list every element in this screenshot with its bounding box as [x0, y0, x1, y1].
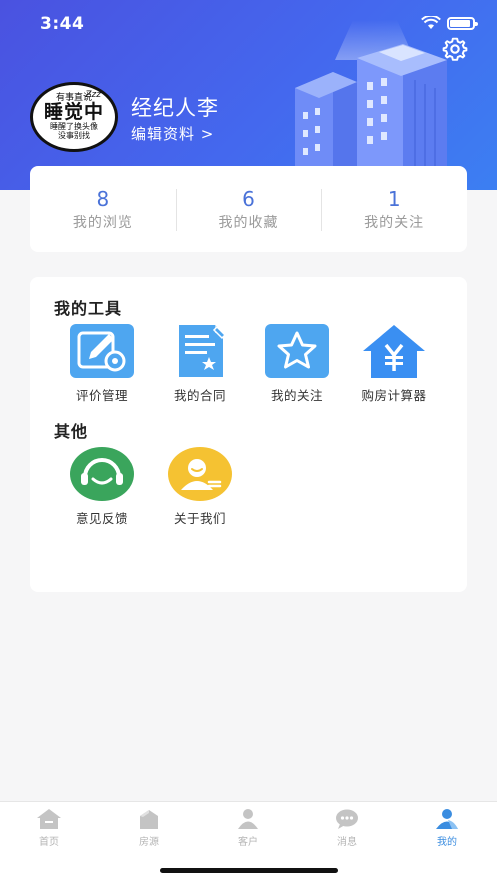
stats-card: 8 我的浏览 6 我的收藏 1 我的关注	[30, 166, 467, 252]
profile-icon	[436, 809, 458, 829]
other-about-us[interactable]: 关于我们	[155, 446, 245, 527]
stat-favorites-count: 6	[242, 186, 255, 211]
tab-mine[interactable]: 我的	[412, 808, 482, 848]
edit-profile-link[interactable]: 编辑资料 >	[131, 123, 214, 144]
star-icon	[265, 324, 329, 378]
tool-calculator-label: 购房计算器	[361, 388, 427, 403]
tab-mine-label: 我的	[437, 837, 457, 848]
stat-follows-label: 我的关注	[364, 214, 425, 231]
headset-icon	[70, 447, 134, 501]
settings-gear-icon[interactable]	[442, 36, 468, 62]
about-label: 关于我们	[173, 511, 226, 526]
user-name: 经纪人李	[131, 96, 219, 120]
feedback-label: 意见反馈	[75, 511, 128, 526]
tool-review-management[interactable]: 评价管理	[57, 323, 147, 404]
person-icon	[238, 809, 258, 829]
house-yuan-icon	[363, 325, 425, 378]
tool-my-follows[interactable]: 我的关注	[252, 323, 342, 404]
tab-home-label: 首页	[39, 837, 59, 848]
stat-browse-count: 8	[96, 186, 110, 211]
contract-icon	[179, 325, 227, 377]
stat-favorites[interactable]: 6 我的收藏	[175, 186, 322, 232]
tab-customers-label: 客户	[238, 837, 258, 848]
home-icon	[37, 809, 61, 829]
tool-contracts-label: 我的合同	[173, 388, 226, 403]
home-indicator	[160, 868, 338, 873]
stat-follows[interactable]: 1 我的关注	[321, 187, 467, 232]
user-icon	[168, 447, 232, 501]
tab-messages[interactable]: 消息	[312, 808, 382, 848]
avatar-text-line4: 没事别找	[58, 130, 90, 140]
house-icon	[140, 810, 158, 829]
stat-browse[interactable]: 8 我的浏览	[30, 187, 176, 232]
edit-settings-icon	[70, 324, 134, 378]
status-time: 3:44	[40, 14, 85, 34]
tool-mortgage-calculator[interactable]: 购房计算器	[349, 323, 439, 404]
tools-card: 我的工具 评价管理 我的合同 我的关注 购房计算器 其他 意见反馈 关于我们	[30, 277, 467, 592]
tool-my-contracts[interactable]: 我的合同	[155, 323, 245, 404]
tool-review-label: 评价管理	[75, 388, 128, 403]
chat-icon	[336, 809, 358, 829]
tools-section-title: 我的工具	[54, 299, 123, 318]
tool-follows-label: 我的关注	[270, 388, 323, 403]
tab-listings-label: 房源	[139, 837, 159, 848]
profile-header: 3:44 Zzz 有事直说 睡觉中 睡醒了换头像 没事别找 经纪人李 编辑资料 …	[0, 0, 497, 190]
avatar-zz-text: Zzz	[85, 90, 101, 100]
avatar[interactable]: Zzz 有事直说 睡觉中 睡醒了换头像 没事别找	[30, 82, 118, 152]
avatar-text-line2: 睡觉中	[43, 101, 104, 124]
tab-messages-label: 消息	[337, 837, 357, 848]
stat-browse-label: 我的浏览	[72, 214, 133, 231]
other-feedback[interactable]: 意见反馈	[57, 446, 147, 527]
tab-listings[interactable]: 房源	[114, 808, 184, 848]
other-section-title: 其他	[54, 422, 89, 441]
tab-home[interactable]: 首页	[14, 808, 84, 848]
tab-customers[interactable]: 客户	[213, 808, 283, 848]
stat-follows-count: 1	[387, 186, 401, 211]
stat-favorites-label: 我的收藏	[218, 214, 279, 231]
